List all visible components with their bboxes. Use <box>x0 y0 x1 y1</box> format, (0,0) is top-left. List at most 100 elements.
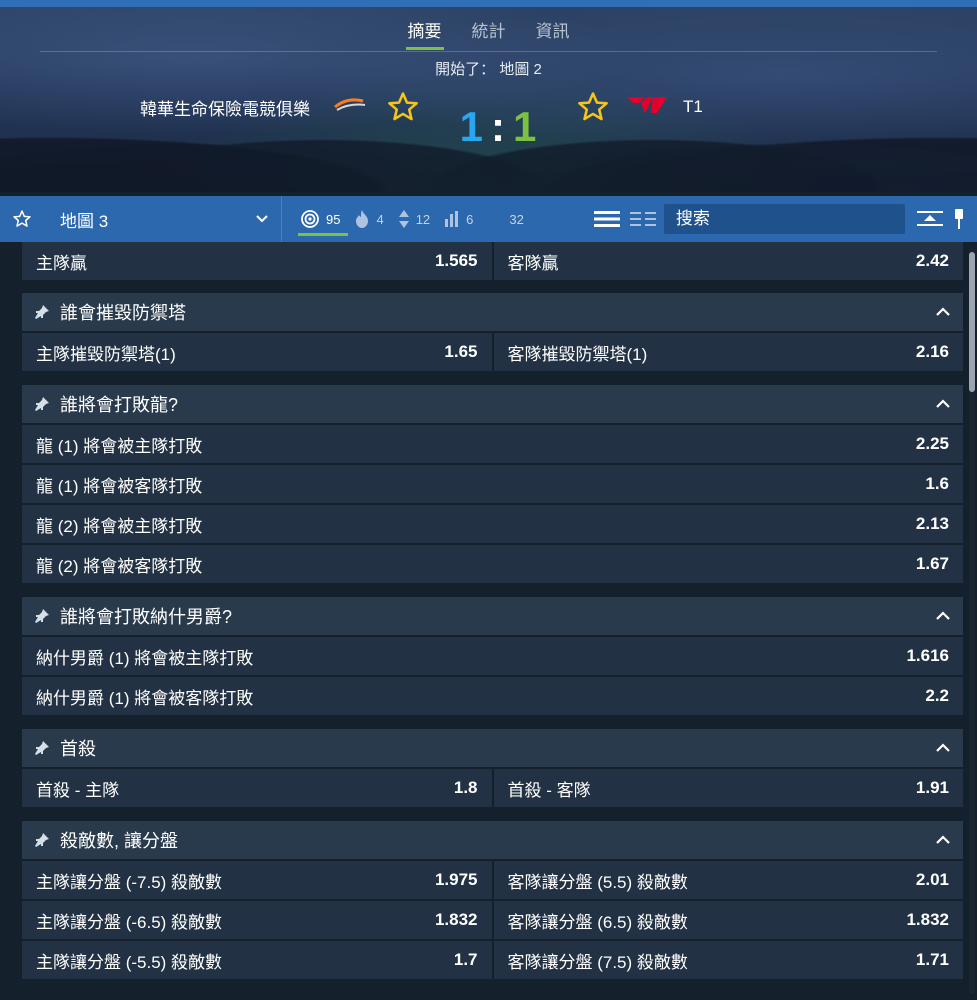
odds-home-tower[interactable]: 主隊摧毀防禦塔(1) 1.65 <box>22 333 492 371</box>
odds-value: 1.975 <box>434 870 478 889</box>
selection-label: 客隊摧毀防禦塔(1) <box>507 344 648 364</box>
list-view-button[interactable] <box>592 196 622 242</box>
odds-value: 1.565 <box>434 251 478 270</box>
away-score: 1 <box>513 103 537 150</box>
header-divider <box>40 51 937 52</box>
market-title: 誰將會打敗龍? <box>60 395 179 415</box>
home-team-logo-icon <box>334 98 366 111</box>
scrollbar-thumb[interactable] <box>969 252 975 392</box>
selection-label: 主隊讓分盤 (-6.5) 殺敵數 <box>36 912 223 932</box>
odds-value: 1.91 <box>915 778 949 797</box>
filter-count: 95 <box>326 211 341 227</box>
chevron-up-icon[interactable] <box>935 834 951 846</box>
selection-label: 客隊贏 <box>507 253 559 273</box>
map-select[interactable]: 地圖 3 <box>44 196 282 242</box>
market-tower: 誰會摧毀防禦塔 主隊摧毀防禦塔(1) 1.65 客隊摧毀防禦塔(1) 2.16 <box>22 293 963 373</box>
market-header[interactable]: 首殺 <box>22 729 963 767</box>
market-row: 主隊摧毀防禦塔(1) 1.65 客隊摧毀防禦塔(1) 2.16 <box>22 333 963 371</box>
odds-away-win[interactable]: 客隊贏 2.42 <box>493 242 963 280</box>
selection-label: 主隊讓分盤 (-7.5) 殺敵數 <box>36 872 223 892</box>
odds-away-tower[interactable]: 客隊摧毀防禦塔(1) 2.16 <box>493 333 963 371</box>
odds-away-first-blood[interactable]: 首殺 - 客隊 1.91 <box>493 769 963 807</box>
filter-count: 12 <box>415 211 431 227</box>
selection-label: 納什男爵 (1) 將會被主隊打敗 <box>36 648 254 668</box>
away-favorite-star-icon[interactable] <box>576 90 610 124</box>
odds-away-handicap[interactable]: 客隊讓分盤 (7.5) 殺敵數 1.71 <box>493 941 963 979</box>
scoreboard: 1:1 <box>438 103 558 151</box>
market-title: 首殺 <box>60 739 96 759</box>
odds-selection[interactable]: 納什男爵 (1) 將會被客隊打敗 2.2 <box>22 677 963 715</box>
tab-summary[interactable]: 摘要 <box>405 20 444 50</box>
market-row: 主隊讓分盤 (-7.5) 殺敵數 1.975 客隊讓分盤 (5.5) 殺敵數 2… <box>22 861 963 899</box>
market-kills-handicap: 殺敵數, 讓分盤 主隊讓分盤 (-7.5) 殺敵數 1.975 客隊讓分盤 (5… <box>22 821 963 981</box>
market-row: 龍 (2) 將會被主隊打敗 2.13 <box>22 505 963 543</box>
collapse-all-button[interactable] <box>915 196 945 242</box>
odds-home-first-blood[interactable]: 首殺 - 主隊 1.8 <box>22 769 492 807</box>
tab-info[interactable]: 資訊 <box>534 20 572 50</box>
odds-value: 1.616 <box>906 646 949 665</box>
updown-icon <box>398 210 409 228</box>
market-baron: 誰將會打敗納什男爵? 納什男爵 (1) 將會被主隊打敗 1.616 納什男爵 (… <box>22 597 963 717</box>
favorite-markets-button[interactable] <box>0 196 44 242</box>
target-icon <box>301 210 319 228</box>
search-input[interactable] <box>663 204 905 234</box>
filter-popular[interactable]: 4 <box>350 196 387 242</box>
pin-toolbar-button[interactable] <box>949 196 969 242</box>
odds-value: 1.6 <box>925 474 949 493</box>
collapse-icon <box>916 211 943 226</box>
odds-away-handicap[interactable]: 客隊讓分盤 (6.5) 殺敵數 1.832 <box>493 901 963 939</box>
market-header[interactable]: 殺敵數, 讓分盤 <box>22 821 963 859</box>
pin-icon[interactable] <box>34 608 50 624</box>
odds-home-handicap[interactable]: 主隊讓分盤 (-5.5) 殺敵數 1.7 <box>22 941 492 979</box>
chevron-up-icon[interactable] <box>935 610 951 622</box>
market-match-winner: 主隊贏 1.565 客隊贏 2.42 <box>22 242 963 282</box>
pin-icon[interactable] <box>34 396 50 412</box>
selection-label: 客隊讓分盤 (7.5) 殺敵數 <box>507 952 688 972</box>
pin-icon[interactable] <box>34 832 50 848</box>
list-view-icon <box>593 211 620 227</box>
grid-view-icon <box>629 212 656 226</box>
selection-label: 龍 (1) 將會被客隊打敗 <box>36 476 203 496</box>
filter-count: 4 <box>376 211 384 227</box>
markets-list: 主隊贏 1.565 客隊贏 2.42 誰會摧毀防禦塔 主隊摧毀防禦塔(1) 1.… <box>0 242 977 1000</box>
odds-value: 2.01 <box>915 870 949 889</box>
home-favorite-star-icon[interactable] <box>386 90 420 124</box>
odds-value: 1.832 <box>906 910 949 929</box>
selection-label: 首殺 - 客隊 <box>507 780 591 800</box>
odds-away-handicap[interactable]: 客隊讓分盤 (5.5) 殺敵數 2.01 <box>493 861 963 899</box>
selection-label: 龍 (2) 將會被主隊打敗 <box>36 516 203 536</box>
odds-selection[interactable]: 龍 (1) 將會被客隊打敗 1.6 <box>22 465 963 503</box>
grid-view-button[interactable] <box>628 196 658 242</box>
filter-stats[interactable]: 6 <box>440 196 477 242</box>
selection-label: 主隊摧毀防禦塔(1) <box>36 344 176 364</box>
market-header[interactable]: 誰將會打敗納什男爵? <box>22 597 963 635</box>
pin-icon[interactable] <box>34 304 50 320</box>
odds-value: 1.65 <box>444 342 478 361</box>
header-tabs: 摘要 統計 資訊 <box>0 20 977 50</box>
market-row: 納什男爵 (1) 將會被客隊打敗 2.2 <box>22 677 963 715</box>
odds-value: 2.42 <box>915 251 949 270</box>
filter-count: 6 <box>466 211 474 227</box>
odds-home-handicap[interactable]: 主隊讓分盤 (-6.5) 殺敵數 1.832 <box>22 901 492 939</box>
odds-value: 1.832 <box>434 910 478 929</box>
market-header[interactable]: 誰會摧毀防禦塔 <box>22 293 963 331</box>
chevron-up-icon[interactable] <box>935 742 951 754</box>
odds-selection[interactable]: 龍 (2) 將會被客隊打敗 1.67 <box>22 545 963 583</box>
filter-all-markets[interactable]: 95 <box>296 196 349 242</box>
selection-label: 主隊贏 <box>36 253 87 273</box>
filter-over-under[interactable]: 12 <box>394 196 434 242</box>
odds-selection[interactable]: 龍 (1) 將會被主隊打敗 2.25 <box>22 425 963 463</box>
odds-value: 1.7 <box>453 950 478 969</box>
odds-home-win[interactable]: 主隊贏 1.565 <box>22 242 492 280</box>
chevron-up-icon[interactable] <box>935 398 951 410</box>
market-title: 殺敵數, 讓分盤 <box>60 831 179 851</box>
market-header[interactable]: 誰將會打敗龍? <box>22 385 963 423</box>
chevron-up-icon[interactable] <box>935 306 951 318</box>
home-team-name: 韓華生命保險電競俱樂 <box>140 100 310 119</box>
pin-icon[interactable] <box>34 740 50 756</box>
odds-selection[interactable]: 納什男爵 (1) 將會被主隊打敗 1.616 <box>22 637 963 675</box>
market-row: 納什男爵 (1) 將會被主隊打敗 1.616 <box>22 637 963 675</box>
tab-statistics[interactable]: 統計 <box>470 20 508 50</box>
odds-home-handicap[interactable]: 主隊讓分盤 (-7.5) 殺敵數 1.975 <box>22 861 492 899</box>
odds-selection[interactable]: 龍 (2) 將會被主隊打敗 2.13 <box>22 505 963 543</box>
